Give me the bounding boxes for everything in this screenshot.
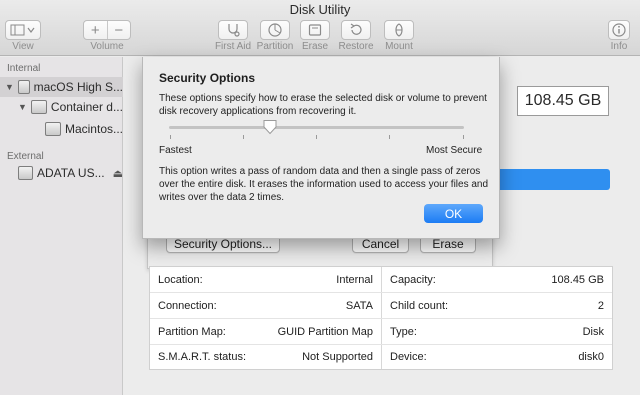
slider-tick: [243, 135, 244, 139]
table-row: Partition Map: GUID Partition Map: [150, 319, 381, 344]
partition-label: Partition: [256, 41, 294, 52]
stethoscope-icon: [228, 24, 240, 37]
slider-tick: [389, 135, 390, 139]
erase-label: Erase: [301, 41, 329, 52]
sidebar-item-label: macOS High S...: [33, 80, 123, 94]
external-disk-icon: [18, 166, 34, 180]
table-row: Child count: 2: [382, 293, 612, 318]
info-value: SATA: [345, 299, 373, 312]
volume-segmented-control[interactable]: + −: [83, 20, 131, 40]
sidebar-item-adata[interactable]: ADATA US... ⏏: [0, 163, 123, 183]
sidebar-toggle-icon: [10, 24, 35, 36]
view-label: View: [12, 41, 34, 52]
sidebar-header-internal: Internal: [7, 63, 41, 74]
info-value: 108.45 GB: [551, 273, 604, 286]
disk-usage-bar: [495, 169, 610, 190]
partition-pie-icon: [268, 23, 282, 37]
info-label: Info: [610, 41, 628, 52]
view-button[interactable]: [5, 20, 41, 40]
sidebar-item-label: Container d...: [50, 100, 123, 114]
ok-button[interactable]: OK: [424, 204, 483, 223]
info-value: 2: [597, 299, 604, 312]
internal-disk-icon: [17, 80, 30, 94]
restore-label: Restore: [338, 41, 374, 52]
add-volume-button[interactable]: +: [84, 22, 107, 39]
erase-button[interactable]: [300, 20, 330, 40]
security-slider-track[interactable]: [169, 126, 464, 129]
disclosure-triangle-icon[interactable]: ▼: [5, 82, 14, 92]
segment-divider: [106, 21, 108, 39]
info-value: Internal: [336, 273, 373, 286]
info-value: GUID Partition Map: [277, 325, 373, 338]
restore-arrow-icon: [350, 23, 362, 35]
info-value: Not Supported: [302, 350, 373, 363]
slider-tick: [463, 135, 464, 139]
info-label: Capacity:: [390, 273, 436, 286]
table-row: Type: Disk: [382, 319, 612, 344]
mount-button[interactable]: [384, 20, 414, 40]
info-button[interactable]: [608, 20, 630, 40]
sidebar-item-label: ADATA US...: [37, 166, 105, 180]
info-label: Location:: [158, 273, 203, 286]
volume-label: Volume: [90, 41, 124, 52]
info-label: Partition Map:: [158, 325, 226, 338]
first-aid-label: First Aid: [214, 41, 252, 52]
table-row: Device: disk0: [382, 344, 612, 369]
slider-tick: [316, 135, 317, 139]
first-aid-button[interactable]: [218, 20, 248, 40]
info-label: Connection:: [158, 299, 217, 312]
table-row: Connection: SATA: [150, 293, 381, 318]
security-options-dialog: Security Options These options specify h…: [142, 57, 500, 239]
table-row: Location: Internal: [150, 267, 381, 292]
slider-tick: [170, 135, 171, 139]
erase-disk-icon: [308, 24, 322, 36]
info-icon: [612, 23, 626, 37]
sidebar-header-external: External: [7, 151, 44, 162]
mount-icon: [395, 23, 403, 37]
mount-label: Mount: [385, 41, 413, 52]
dialog-explanation: This option writes a pass of random data…: [159, 166, 489, 203]
window-title: Disk Utility: [289, 2, 351, 17]
restore-button[interactable]: [341, 20, 371, 40]
info-value: Disk: [582, 325, 604, 338]
sidebar: Internal ▼ macOS High S... ▼ Container d…: [0, 57, 123, 395]
info-value: disk0: [578, 350, 604, 363]
eject-icon[interactable]: ⏏: [113, 167, 123, 180]
info-label: Type:: [390, 325, 417, 338]
toolbar: Disk Utility View + − Volume First Aid P…: [0, 0, 640, 56]
disclosure-triangle-icon[interactable]: ▼: [18, 102, 27, 112]
sidebar-item-macintosh-hd[interactable]: Macintos...: [0, 119, 123, 139]
volume-icon: [45, 122, 61, 136]
dialog-title: Security Options: [159, 71, 256, 85]
table-row: S.M.A.R.T. status: Not Supported: [150, 344, 381, 369]
disk-info-table: Location: Internal Capacity: 108.45 GB C…: [149, 266, 613, 370]
sidebar-item-macos-disk[interactable]: ▼ macOS High S...: [0, 77, 123, 97]
info-label: Device:: [390, 350, 427, 363]
partition-button[interactable]: [260, 20, 290, 40]
table-row: Capacity: 108.45 GB: [382, 267, 612, 292]
container-icon: [30, 100, 47, 114]
info-label: Child count:: [390, 299, 449, 312]
security-slider-knob[interactable]: [262, 119, 278, 135]
sidebar-item-label: Macintos...: [64, 122, 123, 136]
dialog-description: These options specify how to erase the s…: [159, 93, 487, 117]
capacity-display: 108.45 GB: [517, 86, 609, 116]
slider-max-label: Most Secure: [426, 145, 483, 156]
remove-volume-button[interactable]: −: [107, 22, 130, 39]
slider-min-label: Fastest: [159, 145, 192, 156]
info-label: S.M.A.R.T. status:: [158, 350, 247, 363]
sidebar-item-container[interactable]: ▼ Container d...: [0, 97, 123, 117]
